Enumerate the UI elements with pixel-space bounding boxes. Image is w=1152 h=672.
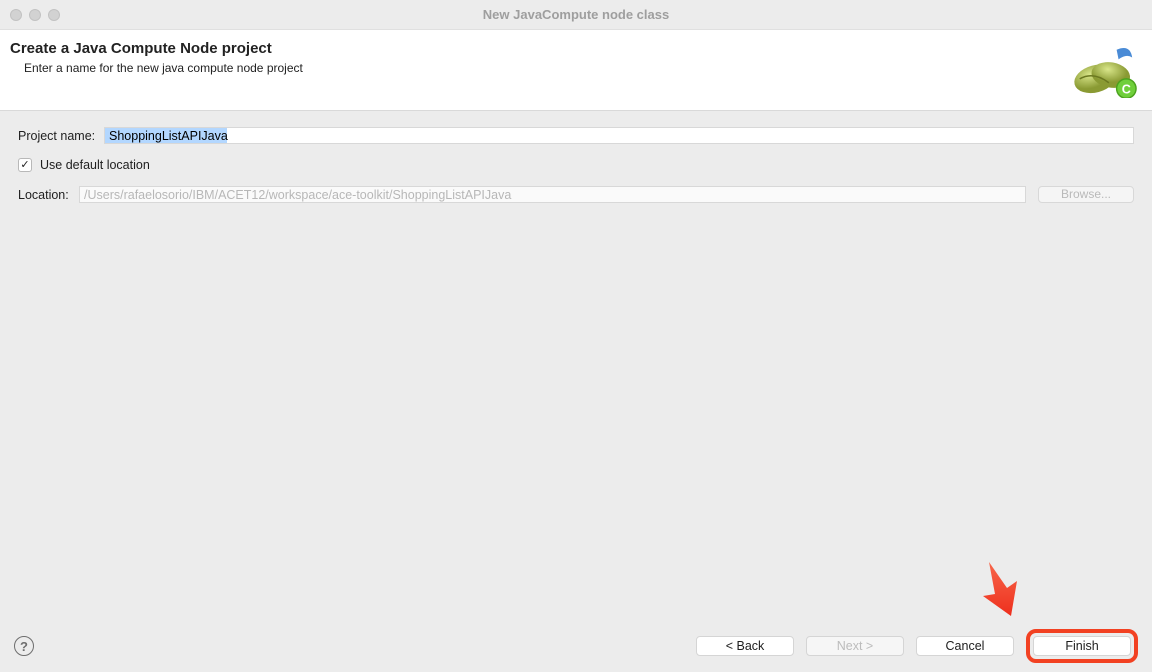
back-button[interactable]: < Back: [696, 636, 794, 656]
wizard-footer: ? < Back Next > Cancel Finish: [0, 628, 1152, 672]
project-name-input[interactable]: [104, 127, 1134, 144]
svg-text:C: C: [1122, 82, 1131, 96]
project-name-label: Project name:: [18, 129, 104, 143]
wizard-content: Project name: ✓ Use default location Loc…: [0, 111, 1152, 203]
page-subtitle: Enter a name for the new java compute no…: [24, 61, 303, 75]
use-default-location-checkbox[interactable]: ✓ Use default location: [18, 158, 1134, 172]
finish-button[interactable]: Finish: [1033, 636, 1131, 656]
location-label: Location:: [18, 188, 79, 202]
window-title: New JavaCompute node class: [0, 7, 1152, 22]
help-icon[interactable]: ?: [14, 636, 34, 656]
java-compute-icon: C: [1070, 40, 1138, 100]
wizard-header: Create a Java Compute Node project Enter…: [0, 30, 1152, 111]
check-icon: ✓: [18, 158, 32, 172]
use-default-location-label: Use default location: [40, 158, 150, 172]
next-button: Next >: [806, 636, 904, 656]
page-title: Create a Java Compute Node project: [10, 40, 303, 57]
annotation-arrow-icon: [977, 558, 1027, 618]
browse-button: Browse...: [1038, 186, 1134, 203]
location-input: [79, 186, 1026, 203]
cancel-button[interactable]: Cancel: [916, 636, 1014, 656]
finish-highlight: Finish: [1026, 629, 1138, 663]
window-titlebar: New JavaCompute node class: [0, 0, 1152, 30]
